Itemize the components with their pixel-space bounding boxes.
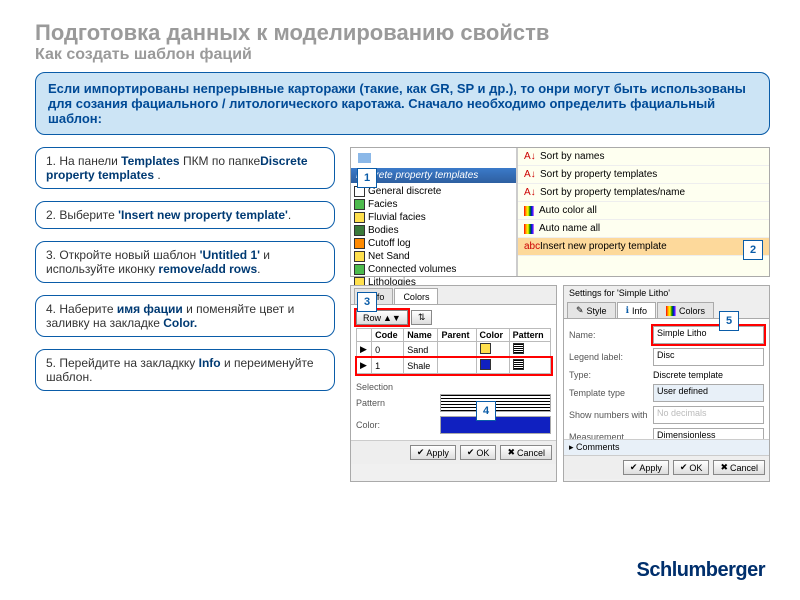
step-2: 2. Выберите 'Insert new property templat… [35, 201, 335, 229]
callout-1: 1 [357, 168, 377, 188]
cancel-button[interactable]: ✖ Cancel [500, 445, 552, 460]
rainbow-icon [666, 306, 676, 316]
menu-item[interactable]: A↓Sort by names [518, 148, 769, 166]
tree-item[interactable]: Bodies [354, 224, 513, 237]
brand-logo: Schlumberger [637, 559, 765, 582]
callout-2: 2 [743, 240, 763, 260]
swatch-icon [354, 199, 365, 210]
swatch-icon [354, 212, 365, 223]
page-subtitle: Как создать шаблон фаций [35, 46, 770, 64]
tree-item[interactable]: Connected volumes [354, 263, 513, 276]
menu-item[interactable]: abcInsert new property template [518, 238, 769, 256]
tab-info-2[interactable]: ℹInfo [617, 302, 656, 318]
step-1: 1. На панели Templates ПКМ по папкеDiscr… [35, 147, 335, 189]
folder-icon [358, 153, 371, 163]
legend-field[interactable]: Disc [653, 348, 764, 366]
step-4: 4. Наберите имя фации и поменяйте цвет и… [35, 295, 335, 337]
apply-button[interactable]: ✔ Apply [410, 445, 456, 460]
tab-colors-2[interactable]: Colors [657, 302, 714, 318]
callout-3: 3 [357, 292, 377, 312]
ok-button-2[interactable]: ✔ OK [673, 460, 710, 475]
intro-box: Если импортированы непрерывные карторажи… [35, 72, 770, 135]
swatch-icon [354, 238, 365, 249]
menu-item[interactable]: A↓Sort by property templates/name [518, 184, 769, 202]
dialog-title: Settings for 'Simple Litho' [564, 286, 769, 300]
step-3: 3. Откройте новый шаблон 'Untitled 1' и … [35, 241, 335, 283]
swatch-icon [354, 225, 365, 236]
step-5: 5. Перейдите на закладкку Info и переиме… [35, 349, 335, 391]
page-title: Подготовка данных к моделированию свойст… [35, 20, 770, 46]
swatch-icon [354, 251, 365, 262]
facies-table[interactable]: CodeNameParentColorPattern ▶0Sand▶1Shale [356, 328, 551, 374]
selection-label: Selection [356, 382, 551, 392]
tab-colors[interactable]: Colors [394, 288, 438, 304]
tree-item[interactable]: Fluvial facies [354, 211, 513, 224]
type-value: Discrete template [653, 370, 723, 380]
templates-panel: Discrete property templates General disc… [350, 147, 770, 277]
tree-item[interactable]: Cutoff log [354, 237, 513, 250]
swap-button[interactable]: ⇅ [411, 310, 433, 325]
table-row[interactable]: ▶0Sand [357, 342, 551, 358]
callout-5: 5 [719, 311, 739, 331]
context-menu[interactable]: A↓Sort by namesA↓Sort by property templa… [517, 148, 769, 276]
row-buttons[interactable]: Row ▲▼ [356, 310, 408, 325]
apply-button-2[interactable]: ✔ Apply [623, 460, 669, 475]
callout-4: 4 [476, 401, 496, 421]
colors-dialog: 3 4 ℹInfo Colors Row ▲▼ ⇅ CodeNameParent… [350, 285, 557, 482]
measurement-select[interactable]: Dimensionless [653, 428, 764, 439]
tree-item[interactable]: Net Sand [354, 250, 513, 263]
tree-item[interactable]: General discrete [354, 185, 513, 198]
comments-section[interactable]: ▸ Comments [564, 439, 769, 455]
info-dialog: 5 Settings for 'Simple Litho' ✎ Style ℹI… [563, 285, 770, 482]
swatch-icon [354, 264, 365, 275]
name-field[interactable]: Simple Litho [653, 326, 764, 344]
menu-item[interactable]: Auto name all [518, 220, 769, 238]
menu-item[interactable]: Auto color all [518, 202, 769, 220]
template-type-select[interactable]: User defined [653, 384, 764, 402]
tree-item[interactable]: Facies [354, 198, 513, 211]
tab-style[interactable]: ✎ Style [567, 302, 616, 318]
menu-item[interactable]: A↓Sort by property templates [518, 166, 769, 184]
cancel-button-2[interactable]: ✖ Cancel [713, 460, 765, 475]
ok-button[interactable]: ✔ OK [460, 445, 497, 460]
table-row[interactable]: ▶1Shale [357, 358, 551, 374]
